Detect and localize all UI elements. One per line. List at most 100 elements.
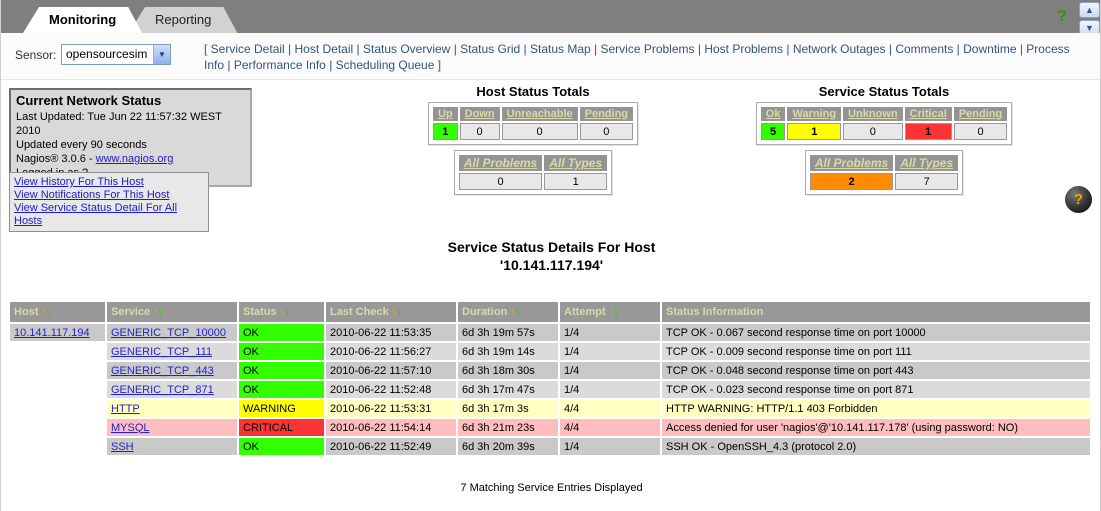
nav-link-service-detail[interactable]: Service Detail [211, 42, 285, 56]
detail-title-line1: Service Status Details For Host [1, 238, 1101, 256]
host-cell [10, 381, 105, 398]
column-header-status: Status↑↓ [239, 302, 324, 322]
host-cell [10, 362, 105, 379]
service-link[interactable]: GENERIC_TCP_871 [111, 384, 214, 396]
attempt-cell: 4/4 [560, 419, 660, 436]
attempt-cell: 1/4 [560, 324, 660, 341]
totals-header-all-types[interactable]: All Types [900, 156, 953, 170]
host-link[interactable]: 10.141.117.194 [14, 327, 90, 339]
sensor-select[interactable]: opensourcesim ▼ [61, 44, 171, 65]
totals-header-pending[interactable]: Pending [959, 108, 1002, 120]
host-cell [10, 343, 105, 360]
service-row-generic_tcp_871: GENERIC_TCP_871OK2010-06-22 11:52:486d 3… [10, 381, 1090, 398]
view-link[interactable]: View History For This Host [14, 176, 204, 189]
tab-reporting[interactable]: Reporting [129, 7, 237, 33]
last-check-cell: 2010-06-22 11:53:31 [326, 400, 456, 417]
nav-link-network-outages[interactable]: Network Outages [793, 42, 886, 56]
nav-band: Sensor: opensourcesim ▼ [ Service Detail… [1, 33, 1101, 80]
totals-header-warning[interactable]: Warning [792, 108, 836, 120]
sort-descending-icon[interactable]: ↓ [46, 307, 51, 318]
status-information-cell: SSH OK - OpenSSH_4.3 (protocol 2.0) [662, 438, 1090, 455]
service-link[interactable]: SSH [111, 441, 134, 453]
duration-cell: 6d 3h 17m 47s [458, 381, 558, 398]
host-cell [10, 419, 105, 436]
view-link[interactable]: View Service Status Detail For All Hosts [14, 202, 204, 228]
duration-cell: 6d 3h 19m 57s [458, 324, 558, 341]
totals-header-unreachable[interactable]: Unreachable [507, 108, 573, 120]
duration-cell: 6d 3h 20m 39s [458, 438, 558, 455]
nav-link-scheduling-queue[interactable]: Scheduling Queue [336, 58, 435, 72]
attempt-cell: 4/4 [560, 400, 660, 417]
sort-descending-icon[interactable]: ↓ [285, 307, 290, 318]
status-information-cell: TCP OK - 0.023 second response time on p… [662, 381, 1090, 398]
totals-header-down[interactable]: Down [465, 108, 495, 120]
chevron-down-icon[interactable]: ▼ [153, 45, 170, 64]
service-totals-summary-table: All ProblemsAll Types27 [805, 150, 963, 195]
host-totals-title: Host Status Totals [393, 84, 673, 99]
column-header-status-information: Status Information [662, 302, 1090, 322]
sort-descending-icon[interactable]: ↓ [397, 307, 402, 318]
service-link[interactable]: GENERIC_TCP_443 [111, 365, 214, 377]
nagios-org-link[interactable]: www.nagios.org [96, 153, 174, 165]
host-cell [10, 438, 105, 455]
update-interval-text: Updated every 90 seconds [16, 138, 245, 152]
totals-value-unknown: 0 [843, 123, 903, 140]
totals-value-warning: 1 [787, 123, 841, 140]
host-cell [10, 400, 105, 417]
nagios-version-text: Nagios® 3.0.6 - www.nagios.org [16, 152, 245, 166]
service-link[interactable]: GENERIC_TCP_111 [111, 346, 212, 358]
nav-link-status-grid[interactable]: Status Grid [460, 42, 520, 56]
status-cell: WARNING [239, 400, 324, 417]
nav-link-status-map[interactable]: Status Map [530, 42, 591, 56]
totals-header-all-types[interactable]: All Types [549, 156, 602, 170]
status-cell: OK [239, 362, 324, 379]
nav-link-host-detail[interactable]: Host Detail [295, 42, 354, 56]
host-totals-summary-table: All ProblemsAll Types01 [454, 150, 612, 195]
service-cell: GENERIC_TCP_10000 [107, 324, 237, 341]
view-link[interactable]: View Notifications For This Host [14, 189, 204, 202]
column-header-attempt: Attempt↑↓ [560, 302, 660, 322]
nav-link-performance-info[interactable]: Performance Info [234, 58, 326, 72]
host-cell: 10.141.117.194 [10, 324, 105, 341]
status-information-cell: TCP OK - 0.067 second response time on p… [662, 324, 1090, 341]
service-link[interactable]: MYSQL [111, 422, 150, 434]
nav-link-service-problems[interactable]: Service Problems [600, 42, 694, 56]
nav-link-status-overview[interactable]: Status Overview [363, 42, 450, 56]
totals-header-pending[interactable]: Pending [585, 108, 628, 120]
context-help-icon[interactable]: ? [1065, 186, 1092, 213]
sort-descending-icon[interactable]: ↓ [515, 307, 520, 318]
service-row-generic_tcp_10000: 10.141.117.194GENERIC_TCP_10000OK2010-06… [10, 324, 1090, 341]
totals-header-ok[interactable]: Ok [766, 108, 781, 120]
nav-link-comments[interactable]: Comments [895, 42, 953, 56]
sensor-selected-value: opensourcesim [66, 47, 147, 61]
totals-value-up: 1 [433, 123, 458, 140]
service-cell: GENERIC_TCP_443 [107, 362, 237, 379]
column-header-duration: Duration↑↓ [458, 302, 558, 322]
status-information-cell: HTTP WARNING: HTTP/1.1 403 Forbidden [662, 400, 1090, 417]
last-check-cell: 2010-06-22 11:54:14 [326, 419, 456, 436]
network-status-title: Current Network Status [16, 93, 245, 108]
nav-link-downtime[interactable]: Downtime [963, 42, 1016, 56]
service-link[interactable]: GENERIC_TCP_10000 [111, 327, 226, 339]
detail-title: Service Status Details For Host '10.141.… [1, 238, 1101, 274]
totals-header-all-problems[interactable]: All Problems [464, 156, 537, 170]
service-link[interactable]: HTTP [111, 403, 140, 415]
totals-header-all-problems[interactable]: All Problems [815, 156, 888, 170]
help-icon[interactable]: ? [1057, 8, 1067, 26]
attempt-cell: 1/4 [560, 362, 660, 379]
attempt-cell: 1/4 [560, 343, 660, 360]
column-header-last-check: Last Check↑↓ [326, 302, 456, 322]
totals-header-up[interactable]: Up [438, 108, 453, 120]
nav-link-host-problems[interactable]: Host Problems [704, 42, 783, 56]
last-check-cell: 2010-06-22 11:52:48 [326, 381, 456, 398]
scroll-up-icon[interactable]: ▲ [1079, 2, 1100, 18]
totals-value-ok: 5 [761, 123, 786, 140]
duration-cell: 6d 3h 19m 14s [458, 343, 558, 360]
sort-descending-icon[interactable]: ↓ [614, 307, 619, 318]
duration-cell: 6d 3h 21m 23s [458, 419, 558, 436]
sort-descending-icon[interactable]: ↓ [158, 307, 163, 318]
totals-header-critical[interactable]: Critical [910, 108, 947, 120]
service-status-table-header: Host↑↓Service↑↓Status↑↓Last Check↑↓Durat… [10, 302, 1090, 322]
tab-monitoring[interactable]: Monitoring [23, 7, 142, 33]
totals-header-unknown[interactable]: Unknown [848, 108, 898, 120]
